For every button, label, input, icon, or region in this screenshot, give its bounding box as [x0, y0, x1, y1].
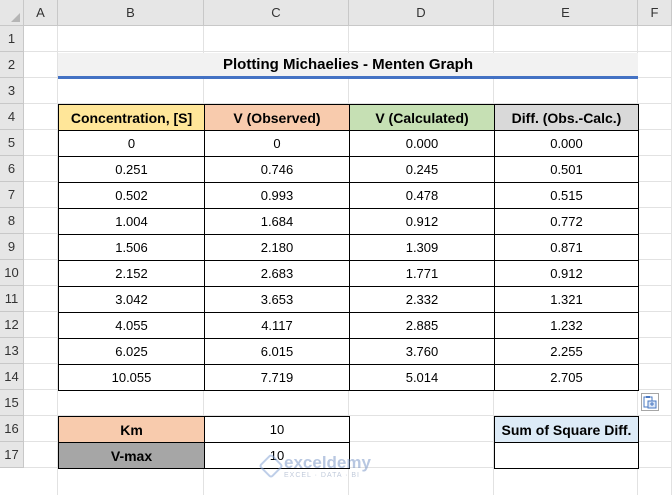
column-header-d[interactable]: D [349, 0, 494, 26]
table-data-cell[interactable]: 0 [58, 130, 205, 157]
table-data-cell[interactable]: 0.245 [349, 156, 495, 183]
table-data-cell[interactable]: 1.309 [349, 234, 495, 261]
row-header-5[interactable]: 5 [0, 130, 24, 156]
table-data-cell[interactable]: 2.332 [349, 286, 495, 313]
table-data-cell[interactable]: 1.771 [349, 260, 495, 287]
param-label-cell[interactable]: Km [58, 416, 205, 443]
column-header-a[interactable]: A [24, 0, 58, 26]
row-header-14[interactable]: 14 [0, 364, 24, 390]
column-header-c[interactable]: C [204, 0, 349, 26]
sum-square-diff-label[interactable]: Sum of Square Diff. [494, 416, 639, 443]
table-data-cell[interactable]: 2.152 [58, 260, 205, 287]
row-header-1[interactable]: 1 [0, 26, 24, 52]
table-data-cell[interactable]: 6.025 [58, 338, 205, 365]
table-data-cell[interactable]: 0.000 [494, 130, 639, 157]
select-all-triangle-icon[interactable] [0, 0, 24, 26]
row-header-13[interactable]: 13 [0, 338, 24, 364]
table-data-cell[interactable]: 0.772 [494, 208, 639, 235]
row-header-9[interactable]: 9 [0, 234, 24, 260]
table-data-cell[interactable]: 7.719 [204, 364, 350, 391]
table-data-cell[interactable]: 1.506 [58, 234, 205, 261]
table-data-cell[interactable]: 0.515 [494, 182, 639, 209]
row-header-16[interactable]: 16 [0, 416, 24, 442]
table-data-cell[interactable]: 2.705 [494, 364, 639, 391]
table-data-cell[interactable]: 0.993 [204, 182, 350, 209]
table-data-cell[interactable]: 3.653 [204, 286, 350, 313]
table-data-cell[interactable]: 2.683 [204, 260, 350, 287]
watermark-tagline: EXCEL · DATA · BI [284, 471, 360, 479]
table-data-cell[interactable]: 1.232 [494, 312, 639, 339]
sum-square-diff-value[interactable] [494, 442, 639, 469]
table-data-cell[interactable]: 2.885 [349, 312, 495, 339]
gridline-horizontal [24, 51, 672, 52]
row-header-3[interactable]: 3 [0, 78, 24, 104]
row-header-11[interactable]: 11 [0, 286, 24, 312]
row-header-15[interactable]: 15 [0, 390, 24, 416]
table-data-cell[interactable]: 1.684 [204, 208, 350, 235]
table-data-cell[interactable]: 0.000 [349, 130, 495, 157]
row-header-2[interactable]: 2 [0, 52, 24, 78]
row-header-10[interactable]: 10 [0, 260, 24, 286]
table-data-cell[interactable]: 10.055 [58, 364, 205, 391]
table-data-cell[interactable]: 4.055 [58, 312, 205, 339]
table-header-cell[interactable]: V (Observed) [204, 104, 350, 131]
table-header-cell[interactable]: V (Calculated) [349, 104, 495, 131]
table-data-cell[interactable]: 1.004 [58, 208, 205, 235]
table-data-cell[interactable]: 0.871 [494, 234, 639, 261]
table-data-cell[interactable]: 2.180 [204, 234, 350, 261]
table-data-cell[interactable]: 6.015 [204, 338, 350, 365]
row-header-4[interactable]: 4 [0, 104, 24, 130]
column-header-e[interactable]: E [494, 0, 638, 26]
table-data-cell[interactable]: 0.746 [204, 156, 350, 183]
row-header-8[interactable]: 8 [0, 208, 24, 234]
param-value-cell[interactable]: 10 [204, 442, 350, 469]
table-data-cell[interactable]: 3.042 [58, 286, 205, 313]
row-header-6[interactable]: 6 [0, 156, 24, 182]
table-data-cell[interactable]: 1.321 [494, 286, 639, 313]
table-data-cell[interactable]: 0.912 [349, 208, 495, 235]
table-data-cell[interactable]: 0.502 [58, 182, 205, 209]
table-data-cell[interactable]: 2.255 [494, 338, 639, 365]
row-header-7[interactable]: 7 [0, 182, 24, 208]
sheet-title[interactable]: Plotting Michaelies - Menten Graph [58, 53, 638, 79]
table-header-cell[interactable]: Diff. (Obs.-Calc.) [494, 104, 639, 131]
table-data-cell[interactable]: 0.501 [494, 156, 639, 183]
paste-options-icon[interactable] [641, 393, 659, 411]
table-data-cell[interactable]: 0 [204, 130, 350, 157]
table-data-cell[interactable]: 4.117 [204, 312, 350, 339]
table-header-cell[interactable]: Concentration, [S] [58, 104, 205, 131]
param-value-cell[interactable]: 10 [204, 416, 350, 443]
row-header-12[interactable]: 12 [0, 312, 24, 338]
table-data-cell[interactable]: 0.912 [494, 260, 639, 287]
column-header-b[interactable]: B [58, 0, 204, 26]
table-data-cell[interactable]: 0.478 [349, 182, 495, 209]
row-header-17[interactable]: 17 [0, 442, 24, 468]
param-label-cell[interactable]: V-max [58, 442, 205, 469]
column-header-f[interactable]: F [638, 0, 672, 26]
table-data-cell[interactable]: 3.760 [349, 338, 495, 365]
table-data-cell[interactable]: 5.014 [349, 364, 495, 391]
table-data-cell[interactable]: 0.251 [58, 156, 205, 183]
